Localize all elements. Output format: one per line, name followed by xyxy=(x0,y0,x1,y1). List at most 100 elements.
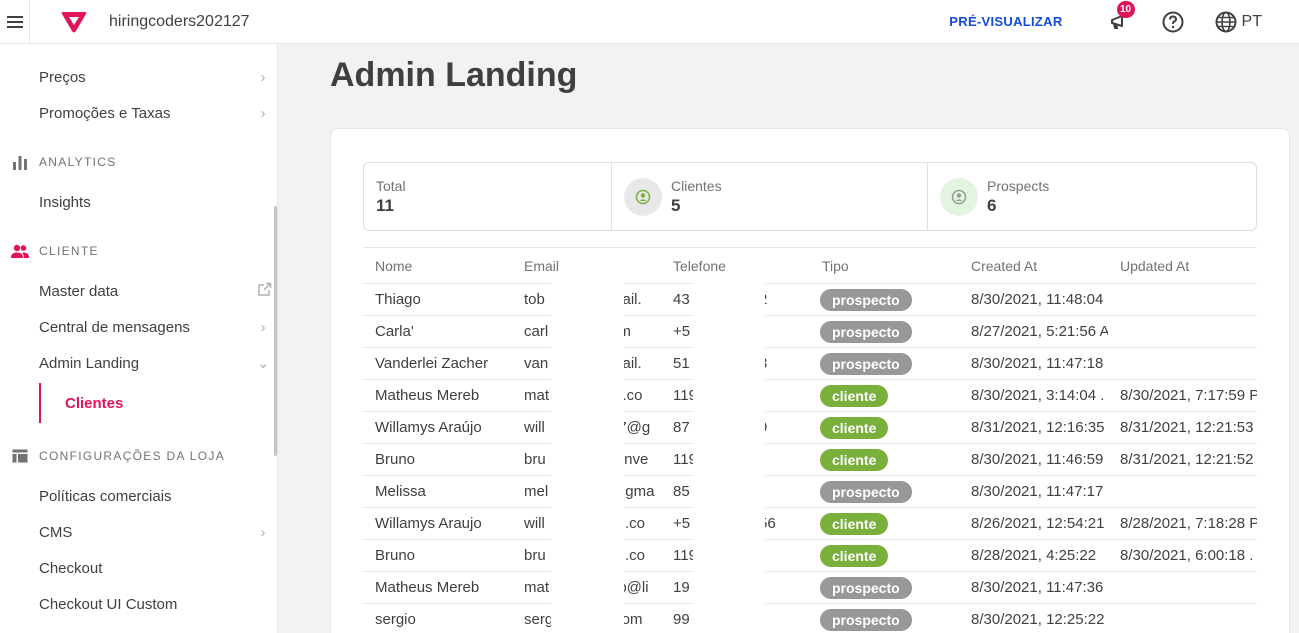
cell-nome: Willamys Araujo xyxy=(363,507,512,540)
section-analytics: ANALYTICS xyxy=(0,152,269,172)
cell-created-at: 8/31/2021, 12:16:35 . xyxy=(959,411,1108,444)
sidebar-subitem-clientes[interactable]: Clientes xyxy=(39,383,239,423)
cell-tipo: cliente xyxy=(810,539,959,572)
cell-nome: Carla' xyxy=(363,315,512,348)
table-row[interactable]: Matheus Mereb mat te.co 119 cliente 8/30/2021… xyxy=(363,379,1257,412)
stat-value: 6 xyxy=(987,195,997,215)
sidebar-item-label: Políticas comerciais xyxy=(39,487,172,505)
prospecto-badge: prospecto xyxy=(820,352,912,375)
cliente-badge: cliente xyxy=(820,544,889,567)
prospecto-badge: prospecto xyxy=(820,608,912,631)
stats-panel: Total 11 Clientes 5 Prospects 6 xyxy=(363,162,1257,231)
chevron-right-icon: › xyxy=(260,104,266,122)
cell-updated-at: 8/28/2021, 7:18:28 P xyxy=(1108,507,1257,540)
sidebar-item-admin-landing[interactable]: Admin Landing ⌄ xyxy=(39,351,270,375)
cell-created-at: 8/30/2021, 11:47:36 xyxy=(959,571,1108,604)
sidebar-item-central-mensagens[interactable]: Central de mensagens › xyxy=(39,315,269,339)
cell-updated-at: 8/30/2021, 7:17:59 P xyxy=(1108,379,1257,412)
cell-tipo: prospecto xyxy=(810,603,959,633)
column-header-created-at[interactable]: Created At xyxy=(959,247,1108,284)
prospecto-badge: prospecto xyxy=(820,480,912,503)
clients-table: Nome Email Telefone Tipo Created At Upda… xyxy=(363,247,1257,633)
menu-icon[interactable] xyxy=(0,0,30,44)
sidebar-item-label: CMS xyxy=(39,523,73,541)
cell-nome: Thiago xyxy=(363,283,512,316)
table-row[interactable]: Matheus Mereb mat eb@li 19 prospecto 8/30/202… xyxy=(363,571,1257,604)
sidebar-item-label: Promoções e Taxas xyxy=(39,104,171,122)
globe-icon xyxy=(1215,11,1237,32)
cell-nome: Willamys Araújo xyxy=(363,411,512,444)
table-row[interactable]: Carla'carlom+5prospecto8/27/2021, 5:21:5… xyxy=(363,315,1257,348)
cell-created-at: 8/30/2021, 11:47:18 xyxy=(959,347,1108,380)
table-row[interactable]: sergio serg .com 99 prospecto 8/30/2021, 12:2… xyxy=(363,603,1257,633)
sidebar-item-precos[interactable]: Preços › xyxy=(39,65,269,89)
column-header-telefone[interactable]: Telefone xyxy=(661,247,810,284)
cell-updated-at xyxy=(1108,315,1257,348)
sidebar-item-promocoes[interactable]: Promoções e Taxas › xyxy=(39,101,269,125)
layout-icon xyxy=(0,449,39,463)
sidebar-item-politicas[interactable]: Políticas comerciais xyxy=(39,484,269,508)
cell-created-at: 8/26/2021, 12:54:21 xyxy=(959,507,1108,540)
cell-tipo: prospecto xyxy=(810,283,959,316)
vtex-logo[interactable] xyxy=(61,11,87,33)
users-icon xyxy=(0,244,39,258)
cell-tipo: prospecto xyxy=(810,347,959,380)
cell-created-at: 8/28/2021, 4:25:22 xyxy=(959,539,1108,572)
cliente-badge: cliente xyxy=(820,512,889,535)
help-icon[interactable] xyxy=(1161,10,1185,34)
column-header-email[interactable]: Email xyxy=(512,247,661,284)
preview-button[interactable]: PRÉ-VISUALIZAR xyxy=(949,14,1062,29)
stat-clientes: Clientes 5 xyxy=(612,163,928,230)
cell-updated-at xyxy=(1108,475,1257,508)
table-row[interactable]: Bruno bru Dinve 119 cliente 8/30/2021, 11:46:… xyxy=(363,443,1257,476)
prospecto-badge: prospecto xyxy=(820,320,912,343)
cell-nome: Matheus Mereb xyxy=(363,379,512,412)
table-row[interactable]: Willamys Araújowillo7@g879cliente8/31/20… xyxy=(363,411,1257,444)
prospecto-badge: prospecto xyxy=(820,576,912,599)
cell-nome: Vanderlei Zacher xyxy=(363,347,512,380)
table-row[interactable]: Thiagotobmail.432prospecto8/30/2021, 11:… xyxy=(363,283,1257,316)
sidebar-item-label: Preços xyxy=(39,68,86,86)
column-header-nome[interactable]: Nome xyxy=(363,247,512,284)
language-label: PT xyxy=(1241,12,1262,30)
section-title: CONFIGURAÇÕES DA LOJA xyxy=(39,449,225,463)
cell-updated-at xyxy=(1108,283,1257,316)
prospecto-badge: prospecto xyxy=(820,288,912,311)
section-cliente: CLIENTE xyxy=(0,241,269,261)
sidebar-item-checkout-ui-custom[interactable]: Checkout UI Custom xyxy=(39,592,269,616)
sidebar: Preços › Promoções e Taxas › ANALYTICS I… xyxy=(0,44,278,633)
stat-value: 5 xyxy=(671,195,681,215)
table-row[interactable]: Vanderlei Zachervanmail.513prospecto8/30… xyxy=(363,347,1257,380)
table-row[interactable]: Willamys Araujo will ail.co +5 56 cliente 8/26… xyxy=(363,507,1257,540)
cell-updated-at: 8/31/2021, 12:21:52 . xyxy=(1108,443,1257,476)
cell-nome: Bruno xyxy=(363,539,512,572)
chevron-right-icon: › xyxy=(260,68,266,86)
notifications-icon[interactable]: 10 xyxy=(1107,0,1135,34)
sidebar-item-insights[interactable]: Insights xyxy=(39,190,269,214)
language-selector[interactable]: PT xyxy=(1215,11,1262,33)
column-header-updated-at[interactable]: Updated At xyxy=(1108,247,1257,284)
cell-nome: Matheus Mereb xyxy=(363,571,512,604)
cell-created-at: 8/30/2021, 11:46:59 xyxy=(959,443,1108,476)
column-header-tipo[interactable]: Tipo xyxy=(810,247,959,284)
cell-nome: sergio xyxy=(363,603,512,633)
sidebar-item-checkout[interactable]: Checkout xyxy=(39,556,269,580)
table-row[interactable]: Melissa mel @gma 85 prospecto 8/30/2021, 11:4… xyxy=(363,475,1257,508)
sidebar-item-cms[interactable]: CMS › xyxy=(39,520,269,544)
sidebar-scrollbar[interactable] xyxy=(274,206,277,456)
section-title: ANALYTICS xyxy=(39,155,117,169)
redaction-overlay xyxy=(693,283,765,633)
cell-updated-at: 8/31/2021, 12:21:53 . xyxy=(1108,411,1257,444)
sidebar-item-label: Insights xyxy=(39,193,91,211)
cell-updated-at xyxy=(1108,571,1257,604)
table-row[interactable]: Bruno bru ail.co 119 cliente 8/28/2021, 4:25:… xyxy=(363,539,1257,572)
cell-tipo: cliente xyxy=(810,507,959,540)
sidebar-item-label: Central de mensagens xyxy=(39,318,190,336)
account-name: hiringcoders202127 xyxy=(109,12,250,30)
user-circle-icon xyxy=(940,177,978,216)
stat-total: Total 11 xyxy=(364,163,612,230)
cell-tipo: cliente xyxy=(810,379,959,412)
sidebar-item-master-data[interactable]: Master data xyxy=(39,279,272,303)
chevron-right-icon: › xyxy=(260,523,266,541)
cell-created-at: 8/27/2021, 5:21:56 A xyxy=(959,315,1108,348)
